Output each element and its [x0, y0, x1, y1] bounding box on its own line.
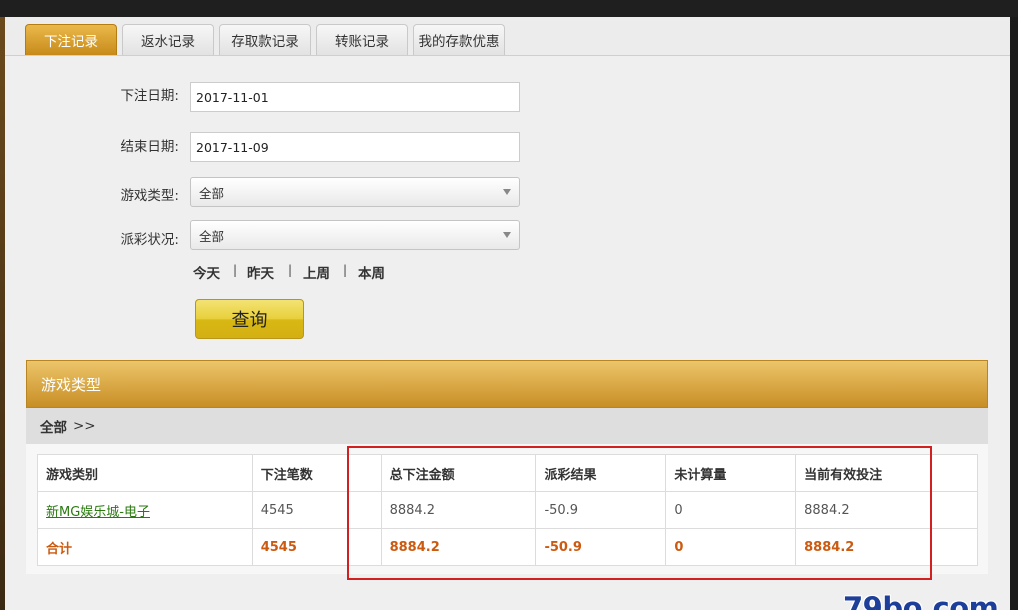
end-date-label: 结束日期: [120, 139, 179, 155]
records-panel: 下注记录 返水记录 存取款记录 转账记录 我的存款优惠 下注日期: 结束日期: … [5, 17, 1010, 610]
header-game-category: 游戏类别 [37, 454, 253, 492]
game-type-section-title: 游戏类型 [41, 375, 102, 394]
start-date-input[interactable] [190, 82, 520, 112]
right-background-edge [1010, 17, 1018, 610]
quick-range-today[interactable]: 今天 [193, 262, 220, 282]
game-type-label: 游戏类型: [120, 188, 179, 204]
payout-status-value: 全部 [199, 228, 225, 244]
watermark: 79bo.com [843, 591, 999, 610]
quick-range-separator: | [233, 263, 238, 277]
breadcrumb-all[interactable]: 全部 [40, 416, 67, 436]
game-type-breadcrumb: 全部 >> [26, 408, 988, 444]
game-type-section-header: 游戏类型 [26, 360, 988, 408]
cell-game: 新MG娱乐城-电子 [37, 491, 253, 529]
game-type-select[interactable]: 全部 [190, 177, 520, 207]
quick-range-separator: | [288, 263, 293, 277]
tab-bet-records[interactable]: 下注记录 [25, 24, 117, 55]
tab-my-deposit-offers[interactable]: 我的存款优惠 [413, 24, 505, 55]
quick-range-this-week[interactable]: 本周 [358, 262, 385, 282]
chevron-down-icon [503, 232, 511, 238]
quick-range-yesterday[interactable]: 昨天 [247, 262, 274, 282]
quick-range-last-week[interactable]: 上周 [303, 262, 330, 282]
tab-bar: 下注记录 返水记录 存取款记录 转账记录 我的存款优惠 [5, 17, 1010, 56]
top-bar [0, 0, 1018, 17]
game-link[interactable]: 新MG娱乐城-电子 [46, 505, 150, 520]
tab-deposit-withdraw-records[interactable]: 存取款记录 [219, 24, 311, 55]
tab-transfer-records[interactable]: 转账记录 [316, 24, 408, 55]
start-date-label: 下注日期: [120, 88, 179, 104]
breadcrumb-arrow: >> [73, 418, 96, 434]
quick-range-separator: | [343, 263, 348, 277]
payout-status-select[interactable]: 全部 [190, 220, 520, 250]
highlight-annotation-box [347, 446, 932, 580]
payout-status-label: 派彩状况: [120, 232, 179, 248]
chevron-down-icon [503, 189, 511, 195]
total-label: 合计 [37, 528, 253, 566]
query-button[interactable]: 查询 [195, 299, 304, 339]
game-type-value: 全部 [199, 185, 225, 201]
end-date-input[interactable] [190, 132, 520, 162]
tab-rebate-records[interactable]: 返水记录 [122, 24, 214, 55]
